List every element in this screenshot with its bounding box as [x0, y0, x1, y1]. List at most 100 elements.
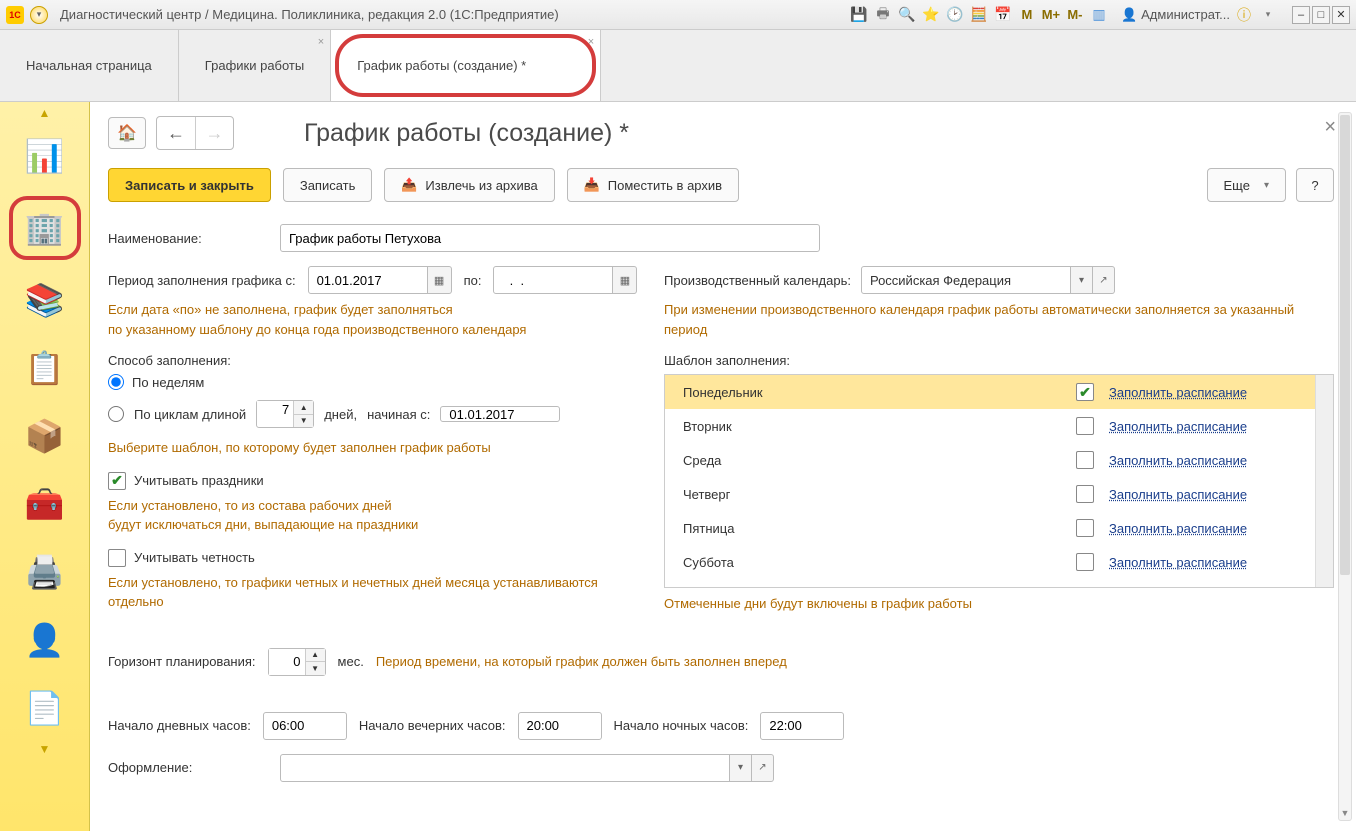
calculator-icon[interactable]: 🧮 — [969, 5, 989, 25]
content-area: ▲ ▼ × 🏠 ← → График работы (создание) * З… — [90, 102, 1356, 831]
table-row[interactable]: Понедельник✔Заполнить расписание — [665, 375, 1333, 409]
radio-by-weeks[interactable]: По неделям — [108, 374, 638, 390]
radio-by-cycles[interactable]: По циклам длиной ▲▼ дней, начиная с: — [108, 400, 638, 428]
fill-schedule-link[interactable]: Заполнить расписание — [1109, 521, 1247, 536]
save-icon[interactable]: 💾 — [849, 5, 869, 25]
documents-icon: 📄 — [25, 688, 65, 728]
fill-schedule-link[interactable]: Заполнить расписание — [1109, 555, 1247, 570]
m-minus-button[interactable]: M- — [1065, 5, 1085, 25]
user-label[interactable]: 👤 Администрат... — [1121, 7, 1230, 23]
open-icon[interactable]: ↗ — [752, 754, 774, 782]
home-button[interactable]: 🏠 — [108, 117, 146, 149]
calendar-icon[interactable]: ▦ — [613, 266, 637, 294]
fill-schedule-link[interactable]: Заполнить расписание — [1109, 385, 1247, 400]
day-start-input[interactable] — [263, 712, 347, 740]
close-icon[interactable]: × — [318, 36, 324, 48]
scroll-down-icon[interactable]: ▼ — [1339, 806, 1351, 820]
cycle-days-input[interactable] — [257, 401, 293, 417]
period-from-input[interactable] — [308, 266, 428, 294]
table-row[interactable]: ПятницаЗаполнить расписание — [665, 511, 1333, 545]
day-checkbox[interactable]: ✔ — [1076, 383, 1094, 401]
close-icon[interactable]: × — [588, 36, 594, 48]
close-window-button[interactable]: ✕ — [1332, 6, 1350, 24]
preview-icon[interactable]: 🔍 — [897, 5, 917, 25]
fill-schedule-link[interactable]: Заполнить расписание — [1109, 453, 1247, 468]
sidebar-item-medkit[interactable]: 🧰 — [15, 476, 75, 532]
calendar-icon[interactable]: 📅 — [993, 5, 1013, 25]
sidebar-item-box[interactable]: 📦 — [15, 408, 75, 464]
save-button[interactable]: Записать — [283, 168, 373, 202]
name-input[interactable] — [280, 224, 820, 252]
sidebar-item-docs[interactable]: 📄 — [15, 680, 75, 736]
maximize-button[interactable]: □ — [1312, 6, 1330, 24]
minimize-button[interactable]: – — [1292, 6, 1310, 24]
day-checkbox[interactable] — [1076, 417, 1094, 435]
spin-up[interactable]: ▲ — [294, 401, 313, 414]
holidays-checkbox[interactable]: ✔ Учитывать праздники — [108, 472, 638, 490]
sidebar-item-org[interactable]: 🏢 — [9, 196, 81, 260]
eve-start-label: Начало вечерних часов: — [359, 718, 506, 733]
dropdown-icon[interactable]: ▾ — [730, 754, 752, 782]
sidebar-item-catalogs[interactable]: 📚 — [15, 272, 75, 328]
horizon-input[interactable] — [269, 649, 305, 675]
day-checkbox[interactable] — [1076, 451, 1094, 469]
table-row[interactable]: ЧетвергЗаполнить расписание — [665, 477, 1333, 511]
day-checkbox[interactable] — [1076, 553, 1094, 571]
tab-schedules[interactable]: Графики работы× — [179, 30, 331, 101]
fill-schedule-link[interactable]: Заполнить расписание — [1109, 487, 1247, 502]
history-icon[interactable]: 🕑 — [945, 5, 965, 25]
back-button[interactable]: ← — [157, 117, 195, 149]
info-dd-icon[interactable]: ▾ — [1258, 5, 1278, 25]
print-icon[interactable]: 🖶 — [873, 5, 893, 25]
table-row[interactable]: СубботаЗаполнить расписание — [665, 545, 1333, 579]
day-checkbox[interactable] — [1076, 485, 1094, 503]
radio-input[interactable] — [108, 406, 124, 422]
archive-button[interactable]: 📥Поместить в архив — [567, 168, 739, 202]
scroll-thumb[interactable] — [1340, 115, 1350, 575]
spin-down[interactable]: ▼ — [306, 661, 325, 675]
grid-scrollbar[interactable] — [1315, 375, 1333, 587]
sidebar-down-arrow[interactable]: ▼ — [39, 742, 51, 758]
m-plus-button[interactable]: M+ — [1041, 5, 1061, 25]
calendar-icon[interactable]: ▦ — [428, 266, 452, 294]
content-scrollbar[interactable]: ▲ ▼ — [1338, 112, 1352, 821]
info-icon[interactable]: ⓘ — [1234, 5, 1254, 25]
calendar-select[interactable]: Российская Федерация — [861, 266, 1071, 294]
table-row[interactable]: СредаЗаполнить расписание — [665, 443, 1333, 477]
cycle-days-spinner[interactable]: ▲▼ — [256, 400, 314, 428]
open-icon[interactable]: ↗ — [1093, 266, 1115, 294]
app-menu-dropdown[interactable]: ▾ — [30, 6, 48, 24]
cycle-start-input[interactable] — [440, 406, 560, 422]
panels-icon[interactable]: ▥ — [1089, 5, 1109, 25]
radio-input[interactable] — [108, 374, 124, 390]
parity-checkbox[interactable]: Учитывать четность — [108, 549, 638, 567]
sidebar-item-cashbox[interactable]: 🖨️ — [15, 544, 75, 600]
table-row[interactable]: ВоскресеньеЗаполнить расписание — [665, 579, 1333, 587]
design-select[interactable] — [280, 754, 730, 782]
help-button[interactable]: ? — [1296, 168, 1334, 202]
spin-down[interactable]: ▼ — [294, 414, 313, 428]
m-button[interactable]: M — [1017, 5, 1037, 25]
tab-schedule-create[interactable]: График работы (создание) * × — [331, 30, 601, 101]
night-start-input[interactable] — [760, 712, 844, 740]
spin-up[interactable]: ▲ — [306, 649, 325, 662]
tab-start-page[interactable]: Начальная страница — [0, 30, 179, 101]
forward-button[interactable]: → — [195, 117, 233, 149]
more-button[interactable]: Еще — [1207, 168, 1286, 202]
extract-archive-button[interactable]: 📤Извлечь из архива — [384, 168, 554, 202]
sidebar-item-staff[interactable]: 👤 — [15, 612, 75, 668]
dropdown-icon[interactable]: ▾ — [1071, 266, 1093, 294]
sidebar-item-chart[interactable]: 📊 — [15, 128, 75, 184]
sidebar-up-arrow[interactable]: ▲ — [39, 106, 51, 122]
horizon-spinner[interactable]: ▲▼ — [268, 648, 326, 676]
sidebar-item-help[interactable]: 📋 — [15, 340, 75, 396]
page-close-button[interactable]: × — [1324, 116, 1336, 139]
save-and-close-button[interactable]: Записать и закрыть — [108, 168, 271, 202]
eve-start-input[interactable] — [518, 712, 602, 740]
period-to-input[interactable] — [493, 266, 613, 294]
day-checkbox[interactable] — [1076, 519, 1094, 537]
favorite-icon[interactable]: ⭐ — [921, 5, 941, 25]
box-icon: 📦 — [25, 416, 65, 456]
fill-schedule-link[interactable]: Заполнить расписание — [1109, 419, 1247, 434]
table-row[interactable]: ВторникЗаполнить расписание — [665, 409, 1333, 443]
